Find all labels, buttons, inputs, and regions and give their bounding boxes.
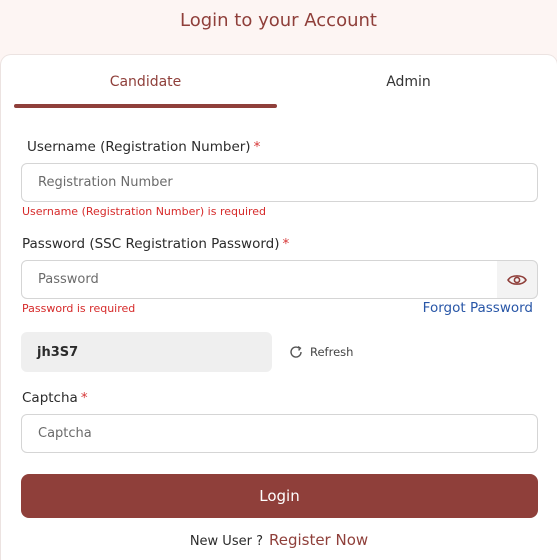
tab-admin[interactable]: Admin xyxy=(277,55,540,109)
active-tab-indicator xyxy=(14,104,277,108)
password-label-text: Password (SSC Registration Password) xyxy=(22,236,280,252)
new-user-text: New User ? xyxy=(189,534,263,549)
forgot-password-link[interactable]: Forgot Password xyxy=(423,300,533,316)
username-input[interactable] xyxy=(21,163,538,202)
login-button[interactable]: Login xyxy=(21,474,538,518)
login-tabs: Candidate Admin xyxy=(14,55,541,111)
login-card: Candidate Admin Username (Registration N… xyxy=(1,55,557,560)
refresh-label: Refresh xyxy=(310,345,354,359)
password-toggle-button[interactable] xyxy=(497,260,538,299)
password-label: Password (SSC Registration Password) * xyxy=(22,236,289,252)
refresh-captcha-button[interactable]: Refresh xyxy=(288,342,353,362)
captcha-input[interactable] xyxy=(21,414,538,453)
eye-icon xyxy=(507,274,527,285)
captcha-label: Captcha * xyxy=(22,390,88,406)
captcha-code: jh3S7 xyxy=(21,332,272,372)
password-error: Password is required xyxy=(22,302,136,315)
register-now-link[interactable]: Register Now xyxy=(269,531,368,549)
username-required-mark: * xyxy=(253,139,261,155)
captcha-label-text: Captcha xyxy=(22,390,78,406)
register-prompt: New User ? Register Now xyxy=(1,531,557,549)
username-error: Username (Registration Number) is requir… xyxy=(22,205,267,218)
refresh-icon xyxy=(290,346,302,358)
page-title: Login to your Account xyxy=(180,10,377,31)
username-label: Username (Registration Number) * xyxy=(27,139,260,155)
username-label-text: Username (Registration Number) xyxy=(27,139,251,155)
tab-candidate[interactable]: Candidate xyxy=(14,55,277,109)
captcha-required-mark: * xyxy=(80,390,88,406)
password-input[interactable] xyxy=(21,260,498,299)
password-required-mark: * xyxy=(282,236,290,252)
